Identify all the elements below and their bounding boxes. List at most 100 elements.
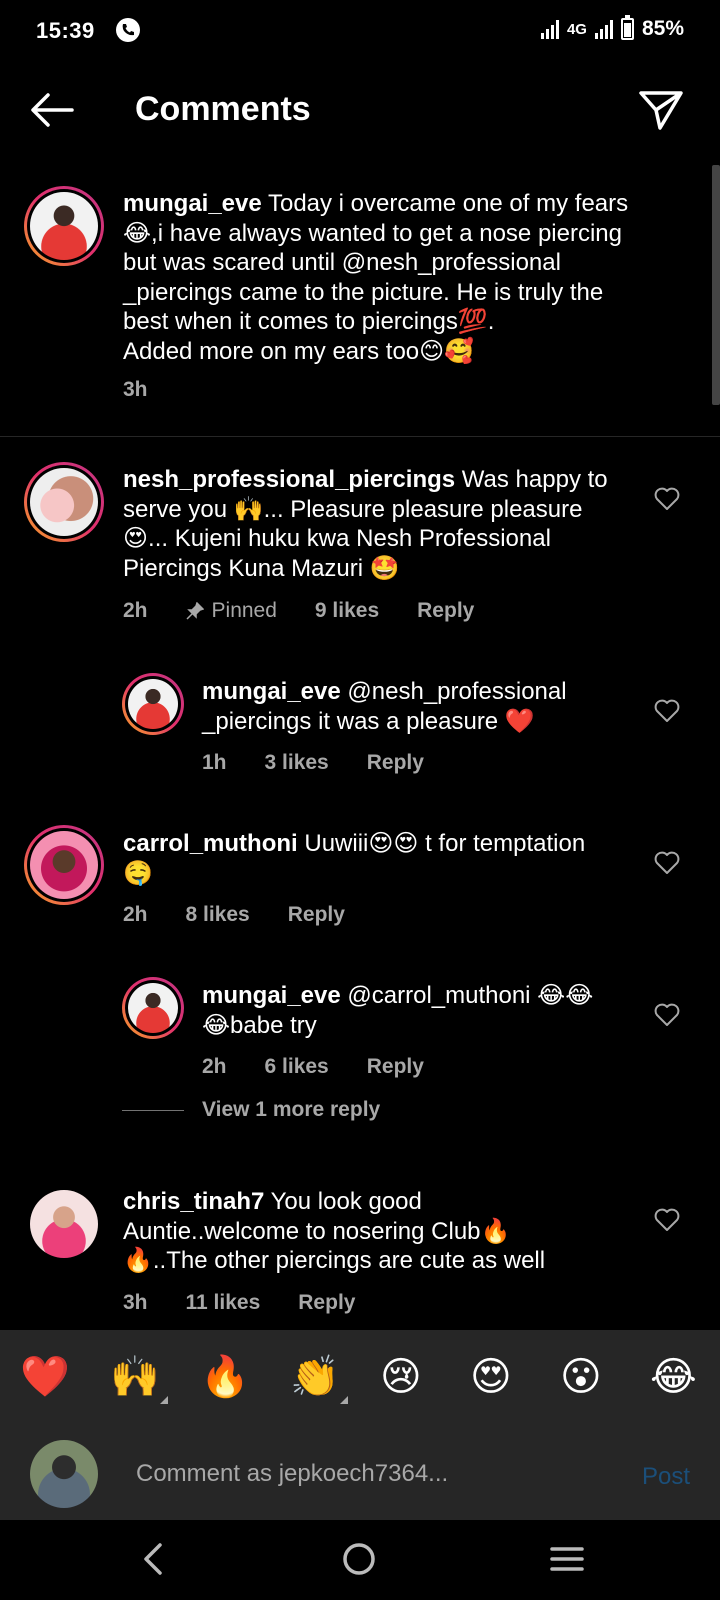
caption-line: Today i overcame one of my fears (267, 190, 629, 217)
comment-meta: 2h 8 likes Reply (123, 903, 345, 927)
reply-button[interactable]: Reply (367, 751, 424, 775)
battery-icon (620, 15, 634, 40)
nav-back-icon[interactable] (140, 1542, 168, 1576)
comment-line: serve you 🙌... Pleasure pleasure pleasur… (123, 495, 583, 523)
nav-home-icon[interactable] (342, 1542, 376, 1576)
comment-meta: 2h 6 likes Reply (202, 1055, 424, 1079)
username[interactable]: mungai_eve (202, 678, 341, 705)
comment-meta: 2h Pinned 9 likes Reply (123, 599, 474, 623)
caption-line: Added more on my ears too😊🥰 (123, 337, 475, 365)
paper-plane-icon[interactable] (638, 88, 684, 132)
comment-line: Uuwiii😍😍 t for temptation (304, 830, 586, 857)
username[interactable]: mungai_eve (123, 190, 262, 217)
username[interactable]: chris_tinah7 (123, 1188, 264, 1215)
nav-menu-icon[interactable] (550, 1542, 584, 1576)
status-time: 15:39 (36, 18, 95, 43)
reply-button[interactable]: Reply (298, 1291, 355, 1315)
heart-icon[interactable] (654, 1003, 680, 1027)
signal-icon-2 (594, 19, 613, 39)
emoji-glyph: 🙌 (110, 1355, 160, 1399)
timestamp: 2h (123, 903, 148, 926)
emoji-fire[interactable]: 🔥 (200, 1352, 250, 1402)
comment-composer: Comment as jepkoech7364... Post (0, 1430, 720, 1520)
emoji-raised-hands[interactable]: 🙌 (110, 1352, 168, 1404)
reply-text: mungai_eve @nesh_professional _piercings… (202, 677, 642, 736)
comment-line: 😂babe try (202, 1011, 317, 1039)
pinned-text: Pinned (211, 599, 277, 622)
likes-count[interactable]: 6 likes (265, 1055, 329, 1079)
emoji-surprised[interactable]: 😮 (560, 1352, 602, 1402)
page-title: Comments (135, 90, 311, 128)
timestamp: 3h (123, 378, 148, 401)
emoji-clap[interactable]: 👏 (290, 1352, 348, 1404)
caption-meta: 3h (123, 378, 148, 402)
my-avatar (30, 1440, 98, 1508)
comment-text: chris_tinah7 You look good Auntie..welco… (123, 1187, 643, 1276)
call-icon (116, 18, 140, 42)
emoji-crying[interactable]: 😢 (380, 1352, 422, 1402)
caption-text: mungai_eve Today i overcame one of my fe… (123, 189, 703, 366)
status-right: 4G 85% (540, 15, 684, 41)
likes-count[interactable]: 11 likes (186, 1291, 261, 1315)
likes-count[interactable]: 8 likes (186, 903, 250, 927)
emoji-glyph: 👏 (290, 1355, 340, 1399)
arrow-left-icon[interactable] (28, 90, 76, 130)
header: Comments (0, 62, 720, 158)
timestamp: 1h (202, 751, 227, 774)
post-button[interactable]: Post (642, 1463, 690, 1491)
status-bar: 15:39 4G 85% (0, 0, 720, 62)
heart-icon[interactable] (654, 699, 680, 723)
view-more-label[interactable]: View 1 more reply (202, 1098, 380, 1122)
post-caption: mungai_eve Today i overcame one of my fe… (0, 180, 720, 437)
signal-icon (540, 19, 559, 39)
comment-text: nesh_professional_piercings Was happy to… (123, 465, 643, 583)
timestamp: 3h (123, 1291, 148, 1314)
pinned-label: Pinned (185, 599, 277, 623)
system-navigation-bar (0, 1520, 720, 1600)
comment-line: _piercings it was a pleasure ❤️ (202, 707, 535, 735)
likes-count[interactable]: 9 likes (315, 599, 379, 623)
network-type: 4G (566, 20, 587, 38)
reply-button[interactable]: Reply (367, 1055, 424, 1079)
heart-icon[interactable] (654, 487, 680, 511)
avatar[interactable] (24, 186, 104, 266)
comment-line: 🤤 (123, 859, 153, 887)
comment-text: carrol_muthoni Uuwiii😍😍 t for temptation… (123, 829, 643, 888)
emoji-quick-reactions: ❤️ 🙌 🔥 👏 😢 😍 😮 😂 (0, 1330, 720, 1430)
comment-line: Auntie..welcome to nosering Club🔥 (123, 1217, 511, 1245)
comment-line: You look good (270, 1188, 422, 1215)
comment-meta: 3h 11 likes Reply (123, 1291, 355, 1315)
avatar[interactable] (122, 673, 184, 735)
avatar[interactable] (24, 462, 104, 542)
avatar[interactable] (122, 977, 184, 1039)
heart-icon[interactable] (654, 1208, 680, 1232)
emoji-heart-eyes[interactable]: 😍 (470, 1352, 512, 1402)
caption-line: 😂,i have always wanted to get a nose pie… (123, 219, 622, 247)
likes-count[interactable]: 3 likes (265, 751, 329, 775)
pin-icon (185, 602, 204, 620)
heart-icon[interactable] (654, 851, 680, 875)
divider-line (122, 1109, 184, 1111)
reply-button[interactable]: Reply (288, 903, 345, 927)
comment-line: @carrol_muthoni 😂😂 (347, 982, 594, 1009)
comment-line: 😍... Kujeni huku kwa Nesh Professional (123, 525, 551, 552)
comment-line: 🔥..The other piercings are cute as well (123, 1247, 546, 1274)
comment-input[interactable]: Comment as jepkoech7364... (136, 1460, 448, 1488)
timestamp: 2h (123, 599, 148, 622)
avatar[interactable] (24, 825, 104, 905)
comment-line: Piercings Kuna Mazuri 🤩 (123, 554, 400, 582)
username[interactable]: nesh_professional_piercings (123, 466, 455, 493)
view-more-replies[interactable]: View 1 more reply (122, 1098, 380, 1122)
caption-line: _piercings came to the picture. He is tr… (123, 278, 604, 306)
reply-text: mungai_eve @carrol_muthoni 😂😂 😂babe try (202, 981, 642, 1040)
username[interactable]: carrol_muthoni (123, 830, 298, 857)
battery-percent: 85% (641, 17, 684, 40)
reply-button[interactable]: Reply (417, 599, 474, 623)
username[interactable]: mungai_eve (202, 982, 341, 1009)
caption-line: but was scared until @nesh_professional (123, 249, 561, 276)
avatar[interactable] (30, 1190, 98, 1258)
emoji-laughing[interactable]: 😂 (650, 1352, 697, 1402)
emoji-heart[interactable]: ❤️ (20, 1352, 70, 1402)
comment-line: Was happy to (461, 466, 608, 493)
timestamp: 2h (202, 1055, 227, 1078)
